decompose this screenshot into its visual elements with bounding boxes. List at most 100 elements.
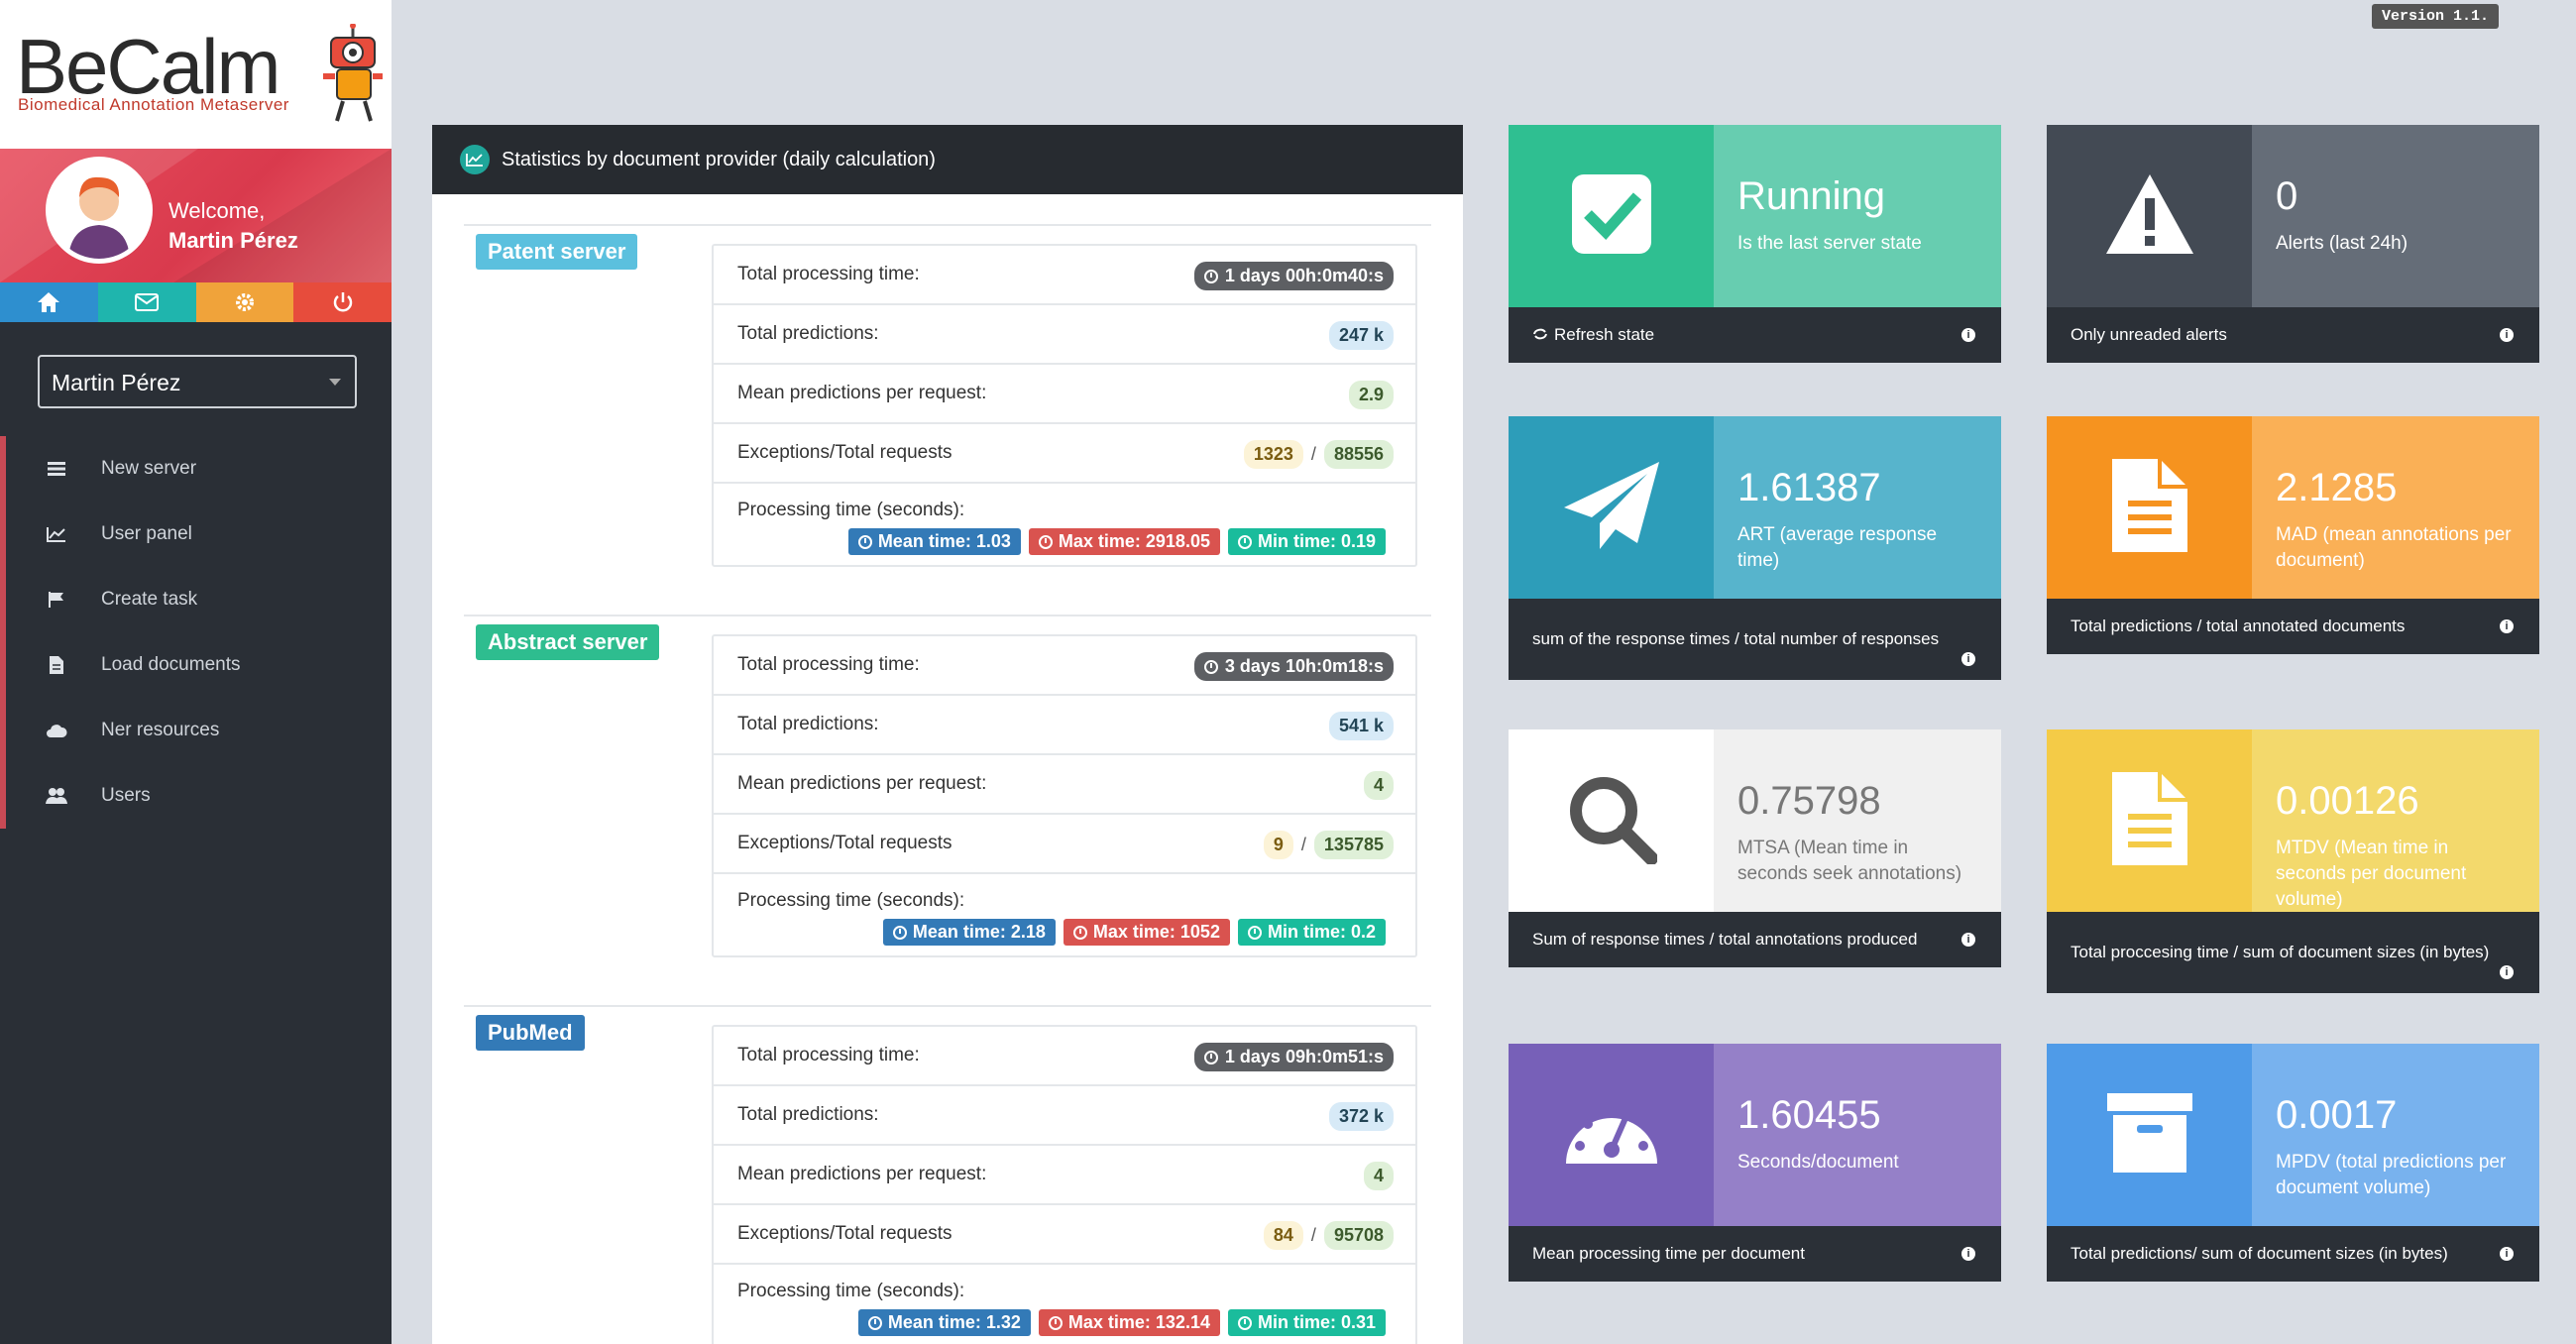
clock-icon (1203, 1050, 1218, 1064)
max-time-badge: Max time: 1052 (1063, 919, 1230, 946)
info-icon[interactable]: i (2500, 965, 2514, 979)
messages-button[interactable] (97, 282, 196, 322)
card-footer-text: Sum of response times / total annotation… (1532, 930, 1918, 949)
mean-predictions-badge: 2.9 (1348, 381, 1394, 409)
info-icon[interactable]: i (2500, 1247, 2514, 1261)
server-stats-table: Total processing time: 1 days 00h:0m40:s… (712, 244, 1417, 567)
stat-card[interactable]: 0.00126 MTDV (Mean time in seconds per d… (2047, 729, 2539, 993)
stat-label: Mean predictions per request: (737, 1164, 987, 1184)
total-time-badge: 3 days 10h:0m18:s (1193, 652, 1394, 681)
file-text-icon (2110, 770, 2189, 872)
stat-card[interactable]: 0 Alerts (last 24h) Only unreaded alerts… (2047, 125, 2539, 363)
max-time-value: Max time: 1052 (1092, 922, 1220, 942)
stat-label: Exceptions/Total requests (737, 1223, 952, 1244)
card-footer[interactable]: Sum of response times / total annotation… (1509, 912, 2001, 967)
clock-icon (1048, 1315, 1063, 1330)
clock-icon (1038, 534, 1053, 549)
list-icon (46, 458, 67, 480)
logo[interactable]: BeCalm Biomedical Annotation Metaserver (0, 0, 392, 149)
info-icon[interactable]: i (2500, 328, 2514, 342)
profile-banner: Welcome, Martin Pérez (0, 149, 392, 282)
stat-row-total-time: Total processing time: 1 days 00h:0m40:s (714, 246, 1415, 305)
card-footer[interactable]: Refresh state i (1509, 307, 2001, 363)
sidebar-item-new-server[interactable]: New server (0, 436, 392, 502)
max-time-badge: Max time: 132.14 (1038, 1309, 1220, 1336)
sidebar-item-user-panel[interactable]: User panel (0, 502, 392, 567)
card-footer[interactable]: Only unreaded alerts i (2047, 307, 2539, 363)
min-time-value: Min time: 0.19 (1257, 531, 1376, 551)
exceptions-badge: 84 (1263, 1221, 1303, 1250)
max-time-value: Max time: 132.14 (1067, 1312, 1210, 1332)
stat-label: Total processing time: (737, 264, 920, 284)
mean-time-value: Mean time: 1.32 (887, 1312, 1021, 1332)
card-footer[interactable]: Mean processing time per document i (1509, 1226, 2001, 1282)
max-time-value: Max time: 2918.05 (1058, 531, 1210, 551)
stat-row-exceptions: Exceptions/Total requests 84 / 95708 (714, 1205, 1415, 1265)
sidebar-item-users[interactable]: Users (0, 763, 392, 829)
stat-card[interactable]: 1.60455 Seconds/document Mean processing… (1509, 1044, 2001, 1282)
clock-icon (892, 925, 907, 940)
info-icon[interactable]: i (1961, 1247, 1975, 1261)
sidebar-item-ner-resources[interactable]: Ner resources (0, 698, 392, 763)
total-time-value: 1 days 00h:0m40:s (1224, 266, 1384, 285)
stat-row-total-predictions: Total predictions: 247 k (714, 305, 1415, 365)
card-description: ART (average response time) (1737, 524, 1938, 571)
processing-time-badges: Mean time: 1.03 Max time: 2918.05 Min ti… (847, 528, 1386, 555)
info-icon[interactable]: i (1961, 328, 1975, 342)
card-footer[interactable]: Total predictions / total annotated docu… (2047, 599, 2539, 654)
sidebar-item-load-documents[interactable]: Load documents (0, 632, 392, 698)
stat-card[interactable]: 0.0017 MPDV (total predictions per docum… (2047, 1044, 2539, 1282)
sidebar-item-label: User panel (101, 523, 192, 544)
logout-button[interactable] (293, 282, 392, 322)
stat-row-mean-predictions: Mean predictions per request: 4 (714, 1146, 1415, 1205)
sidebar-item-create-task[interactable]: Create task (0, 567, 392, 632)
stat-card[interactable]: 0.75798 MTSA (Mean time in seconds seek … (1509, 729, 2001, 967)
stat-card[interactable]: 1.61387 ART (average response time) sum … (1509, 416, 2001, 680)
min-time-badge: Min time: 0.2 (1237, 919, 1386, 946)
home-button[interactable] (0, 282, 98, 322)
card-value: 1.61387 (1737, 466, 1881, 509)
clock-icon (867, 1315, 882, 1330)
info-icon[interactable]: i (1961, 652, 1975, 666)
total-requests-badge: 88556 (1323, 440, 1394, 469)
card-footer[interactable]: sum of the response times / total number… (1509, 599, 2001, 680)
server-block: Patent server Total processing time: 1 d… (464, 224, 1431, 601)
stat-card[interactable]: Running Is the last server state Refresh… (1509, 125, 2001, 363)
welcome-name: Martin Pérez (168, 228, 298, 253)
user-select[interactable]: Martin Pérez (38, 355, 357, 408)
welcome-text: Welcome, (168, 198, 266, 223)
server-name-badge: PubMed (476, 1015, 585, 1051)
card-footer-text: Mean processing time per document (1532, 1244, 1805, 1263)
sidebar-item-label: Users (101, 785, 151, 806)
settings-button[interactable] (195, 282, 294, 322)
clock-icon (1237, 534, 1252, 549)
card-description: Alerts (last 24h) (2276, 233, 2408, 254)
stat-row-processing-time: Processing time (seconds): Mean time: 1.… (714, 484, 1415, 565)
card-footer[interactable]: Total proccesing time / sum of document … (2047, 912, 2539, 993)
sidebar-item-label: Load documents (101, 654, 241, 675)
refresh-icon (1532, 325, 1548, 345)
stat-label: Total predictions: (737, 714, 879, 734)
avatar[interactable] (46, 157, 153, 264)
cloud-icon (46, 720, 67, 741)
card-description: MTSA (Mean time in seconds seek annotati… (1737, 838, 1962, 884)
stat-row-total-time: Total processing time: 3 days 10h:0m18:s (714, 636, 1415, 696)
card-value: 2.1285 (2276, 466, 2398, 509)
stat-row-exceptions: Exceptions/Total requests 9 / 135785 (714, 815, 1415, 874)
stat-card[interactable]: 2.1285 MAD (mean annotations per documen… (2047, 416, 2539, 654)
server-block: Abstract server Total processing time: 3… (464, 615, 1431, 991)
mean-predictions-badge: 4 (1363, 1162, 1394, 1190)
mean-time-value: Mean time: 2.18 (912, 922, 1046, 942)
info-icon[interactable]: i (2500, 619, 2514, 633)
mean-time-badge: Mean time: 2.18 (882, 919, 1056, 946)
users-icon (46, 785, 67, 807)
total-time-badge: 1 days 09h:0m51:s (1193, 1043, 1394, 1071)
card-footer[interactable]: Total predictions/ sum of document sizes… (2047, 1226, 2539, 1282)
card-value: 1.60455 (1737, 1093, 1881, 1137)
card-value: 0.00126 (2276, 779, 2419, 823)
clock-icon (1203, 659, 1218, 674)
home-icon (38, 292, 60, 312)
document-icon (46, 654, 67, 676)
info-icon[interactable]: i (1961, 933, 1975, 947)
clock-icon (857, 534, 872, 549)
